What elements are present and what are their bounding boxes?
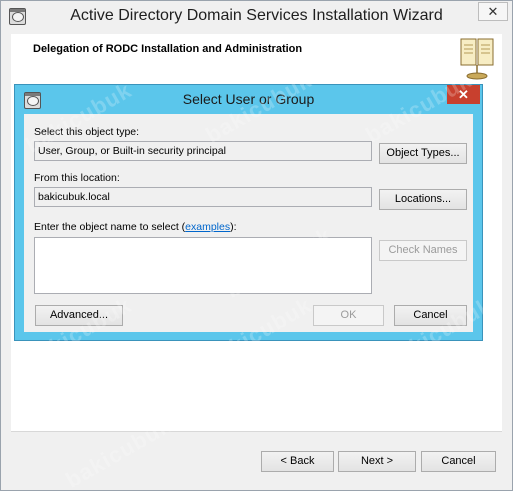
advanced-button[interactable]: Advanced... xyxy=(35,305,123,326)
object-type-label: Select this object type: xyxy=(34,126,140,138)
examples-link[interactable]: examples xyxy=(185,221,230,233)
wizard-titlebar: Active Directory Domain Services Install… xyxy=(1,1,512,33)
select-user-dialog: Select User or Group ✕ Select this objec… xyxy=(14,84,483,341)
dialog-content: Select this object type: User, Group, or… xyxy=(24,114,473,332)
book-icon xyxy=(460,38,494,80)
object-types-button[interactable]: Object Types... xyxy=(379,143,467,164)
next-button[interactable]: Next > xyxy=(338,451,416,472)
wizard-title: Active Directory Domain Services Install… xyxy=(70,7,443,24)
dialog-cancel-button[interactable]: Cancel xyxy=(394,305,467,326)
ok-button[interactable]: OK xyxy=(313,305,384,326)
page-title: Delegation of RODC Installation and Admi… xyxy=(33,43,303,55)
object-name-label: Enter the object name to select (example… xyxy=(34,221,237,233)
locations-button[interactable]: Locations... xyxy=(379,189,467,210)
location-field: bakicubuk.local xyxy=(34,187,372,207)
check-names-button[interactable]: Check Names xyxy=(379,240,467,261)
wizard-header: Delegation of RODC Installation and Admi… xyxy=(11,34,502,86)
object-name-label-text: Enter the object name to select ( xyxy=(34,221,186,233)
object-name-input[interactable] xyxy=(34,237,372,294)
object-type-field: User, Group, or Built-in security princi… xyxy=(34,141,372,161)
wizard-cancel-button[interactable]: Cancel xyxy=(421,451,496,472)
wizard-close-button[interactable]: ✕ xyxy=(478,2,508,21)
dialog-title: Select User or Group xyxy=(182,91,315,107)
dialog-close-button[interactable]: ✕ xyxy=(447,85,480,104)
object-name-label-end: ): xyxy=(230,221,237,233)
back-button[interactable]: < Back xyxy=(261,451,334,472)
location-label: From this location: xyxy=(34,172,120,184)
